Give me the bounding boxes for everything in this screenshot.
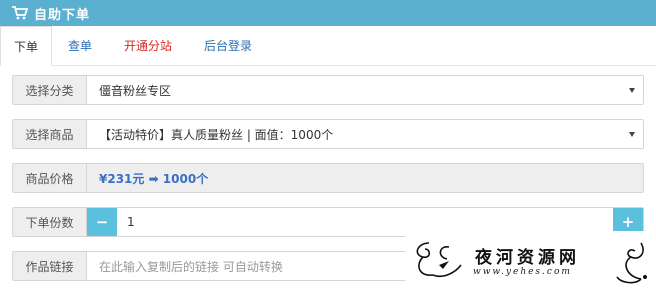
tab-query[interactable]: 查单 <box>52 26 108 65</box>
category-row: 选择分类 僵音粉丝专区 <box>12 75 644 105</box>
ornament-right-icon <box>616 242 647 284</box>
link-label: 作品链接 <box>13 252 87 280</box>
page-title: 自助下单 <box>34 7 91 23</box>
quantity-decrease-button[interactable]: − <box>87 208 117 236</box>
watermark: 夜河资源网 www.yehes.com <box>405 231 656 289</box>
cart-icon <box>12 6 28 20</box>
product-select[interactable]: 【活动特价】真人质量粉丝 | 面值：1000个 <box>87 120 643 148</box>
watermark-text: 夜河资源网 <box>475 248 580 268</box>
price-value: ¥231元 ➡ 1000个 <box>87 164 643 192</box>
category-label: 选择分类 <box>13 76 87 104</box>
price-row: 商品价格 ¥231元 ➡ 1000个 <box>12 163 644 193</box>
tab-order[interactable]: 下单 <box>0 26 53 66</box>
price-label: 商品价格 <box>13 164 87 192</box>
tab-open-substation[interactable]: 开通分站 <box>108 26 188 65</box>
product-row: 选择商品 【活动特价】真人质量粉丝 | 面值：1000个 <box>12 119 644 149</box>
quantity-label: 下单份数 <box>13 208 87 236</box>
ornament-left-icon <box>416 242 462 278</box>
product-label: 选择商品 <box>13 120 87 148</box>
tab-admin-login[interactable]: 后台登录 <box>188 26 268 65</box>
tab-bar: 下单 查单 开通分站 后台登录 <box>0 26 656 66</box>
category-select[interactable]: 僵音粉丝专区 <box>87 76 643 104</box>
app-header: 自助下单 <box>0 0 656 26</box>
watermark-url: www.yehes.com <box>473 267 572 277</box>
